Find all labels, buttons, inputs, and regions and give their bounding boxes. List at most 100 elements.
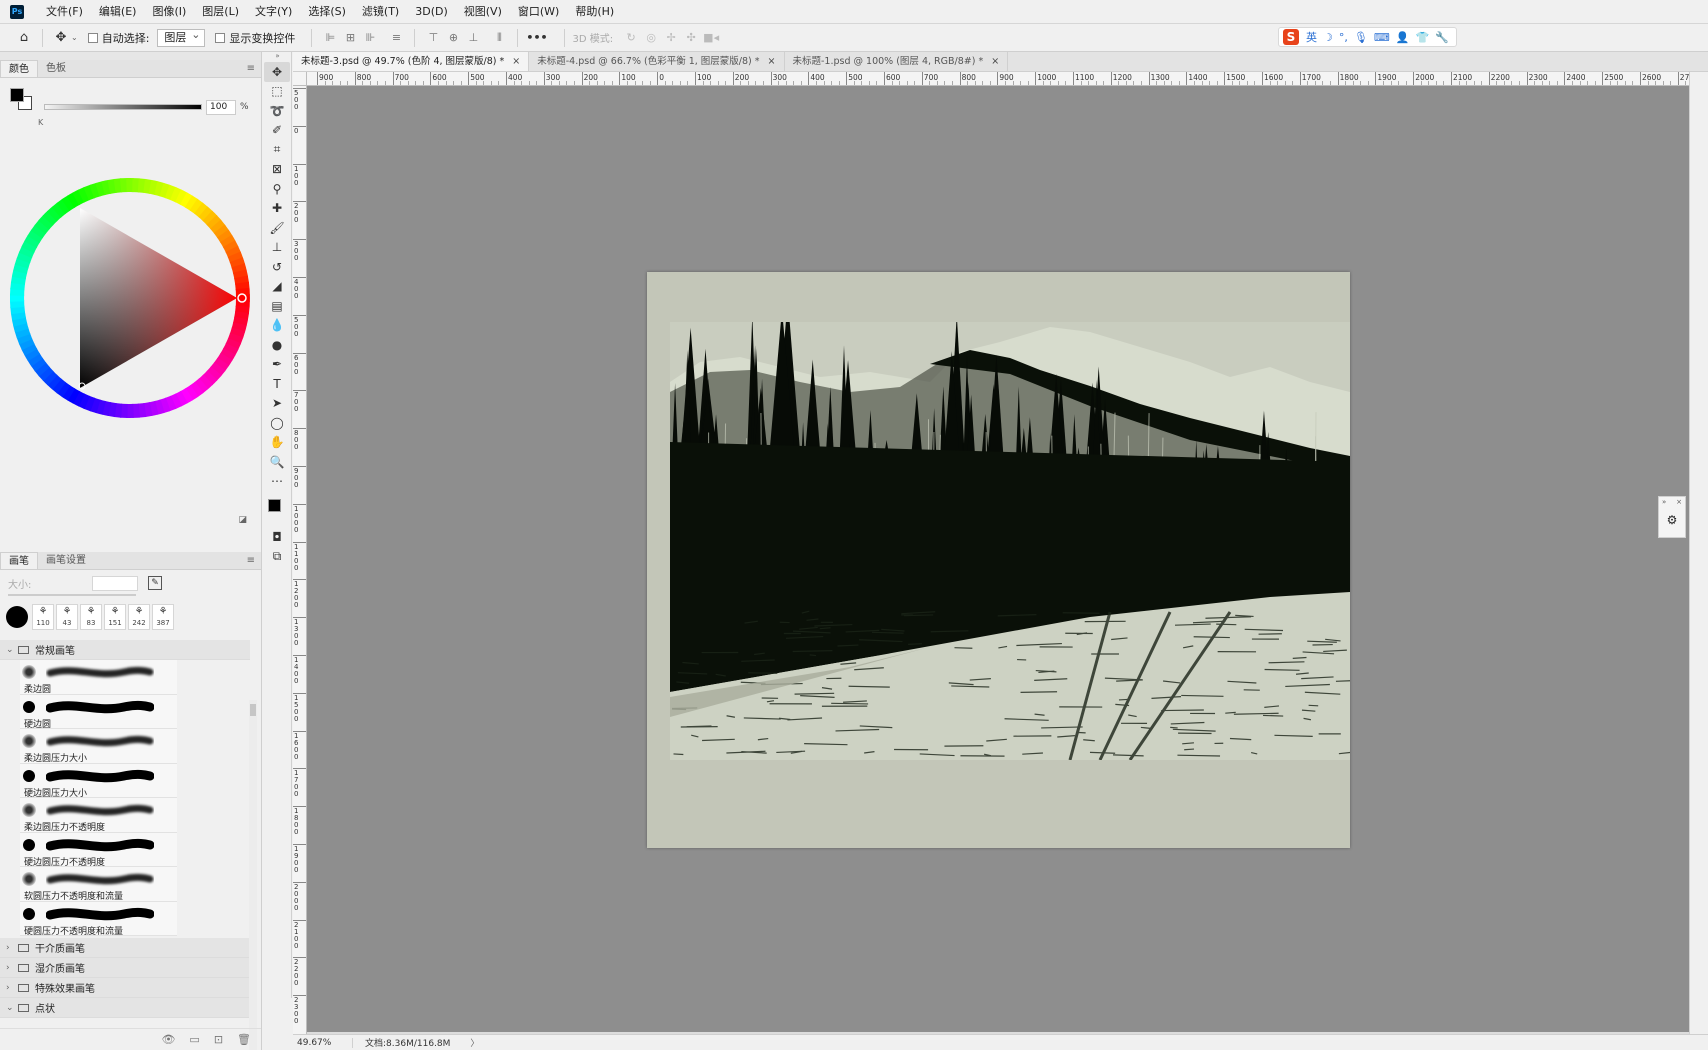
tab-brushes[interactable]: 画笔 xyxy=(0,552,38,569)
brush-preset[interactable]: ⚘ 151 xyxy=(104,604,126,630)
edit-brush-icon[interactable]: ✎ xyxy=(148,576,162,590)
menu-item[interactable]: 图像(I) xyxy=(144,1,194,23)
clone-stamp-tool-icon[interactable]: ⊥ xyxy=(264,238,290,258)
3d-pan-icon[interactable]: ✢ xyxy=(663,30,679,46)
chevron-down-icon[interactable]: ⌄ xyxy=(71,33,78,42)
brush-preset[interactable]: ⚘ 43 xyxy=(56,604,78,630)
brush-group-wet[interactable]: › 湿介质画笔 xyxy=(0,958,250,978)
horizontal-ruler[interactable]: 900 800 700 600 500 400 300 200 100 0 100 200 300 400… xyxy=(307,72,1689,86)
chevron-right-icon[interactable]: › xyxy=(6,983,16,993)
close-tab-icon[interactable]: × xyxy=(768,56,776,67)
brush-preset[interactable]: ⚘ 387 xyxy=(152,604,174,630)
ime-punct-icon[interactable]: °, xyxy=(1339,31,1348,44)
3d-roll-icon[interactable]: ◎ xyxy=(643,30,659,46)
move-tool-icon[interactable]: ✥ xyxy=(264,62,290,82)
k-value-input[interactable]: 100 xyxy=(206,100,236,115)
brush-group-special[interactable]: › 特殊效果画笔 xyxy=(0,978,250,998)
marquee-tool-icon[interactable]: ⬚ xyxy=(264,82,290,102)
brush-list-item[interactable]: 柔边圆压力不透明度 xyxy=(20,798,177,833)
brush-list-item[interactable]: 硬边圆 xyxy=(20,694,177,730)
foreground-color-swatch[interactable] xyxy=(10,88,24,102)
3d-orbit-icon[interactable]: ↻ xyxy=(623,30,639,46)
brush-preset[interactable]: ⚘ 242 xyxy=(128,604,150,630)
history-brush-tool-icon[interactable]: ↺ xyxy=(264,257,290,277)
brush-list-item[interactable]: 硬边圆压力大小 xyxy=(20,763,177,799)
menu-item[interactable]: 视图(V) xyxy=(456,1,510,23)
tab-swatches[interactable]: 色板 xyxy=(38,60,74,77)
menu-item[interactable]: 选择(S) xyxy=(300,1,354,23)
scroll-thumb[interactable] xyxy=(250,704,256,716)
document-tab[interactable]: 未标题-3.psd @ 49.7% (色阶 4, 图层蒙版/8) * × xyxy=(293,52,530,71)
show-transform-checkbox[interactable] xyxy=(215,32,226,43)
menu-item[interactable]: 文件(F) xyxy=(38,1,91,23)
auto-select-dropdown[interactable]: 图层 xyxy=(157,27,206,47)
brush-list-item[interactable]: 软圆压力不透明度和流量 xyxy=(20,867,177,902)
auto-select-checkbox[interactable] xyxy=(87,32,98,43)
3d-slide-icon[interactable]: ✣ xyxy=(683,30,699,46)
sogou-logo-icon[interactable]: S xyxy=(1283,29,1299,45)
crop-tool-icon[interactable]: ⌗ xyxy=(264,140,290,160)
brush-preset[interactable]: ⚘ 110 xyxy=(32,604,54,630)
saturation-triangle[interactable] xyxy=(80,208,237,388)
close-tab-icon[interactable]: × xyxy=(991,56,999,67)
vertical-scrollbar[interactable] xyxy=(1689,72,1708,1034)
chevron-down-icon[interactable]: ⌄ xyxy=(6,1003,16,1013)
align-right-icon[interactable]: ⊪ xyxy=(362,30,378,46)
chevron-right-icon[interactable]: › xyxy=(6,963,16,973)
document-tab[interactable]: 未标题-1.psd @ 100% (图层 4, RGB/8#) * × xyxy=(785,52,1009,71)
panel-collapse-strip[interactable] xyxy=(0,52,261,60)
lasso-tool-icon[interactable]: ➰ xyxy=(264,101,290,121)
align-top-icon[interactable]: ⊤ xyxy=(425,30,441,46)
brush-list-item[interactable]: 硬边圆压力不透明度 xyxy=(20,832,177,868)
trash-icon[interactable]: 🗑 xyxy=(237,1033,251,1046)
distribute-v-icon[interactable]: ⫴ xyxy=(491,30,507,46)
vertical-ruler[interactable]: 500 0 100 200 300 400 500 600 700 800 900 1000 1100 1… xyxy=(293,86,307,1034)
align-bottom-icon[interactable]: ⊥ xyxy=(465,30,481,46)
pen-tool-icon[interactable]: ✒ xyxy=(264,355,290,375)
brush-group-dry[interactable]: › 干介质画笔 xyxy=(0,938,250,958)
status-menu-icon[interactable]: 〉 xyxy=(470,1036,479,1049)
align-left-icon[interactable]: ⊫ xyxy=(322,30,338,46)
align-vcenter-icon[interactable]: ⊕ xyxy=(445,30,461,46)
menu-item[interactable]: 3D(D) xyxy=(407,1,456,23)
toolbar-color-swatches[interactable] xyxy=(264,495,291,527)
ime-keyboard-icon[interactable]: ⌨ xyxy=(1374,31,1390,44)
document-canvas[interactable] xyxy=(647,272,1350,848)
gradient-tool-icon[interactable]: ▤ xyxy=(264,296,290,316)
chevron-right-icon[interactable]: › xyxy=(6,943,16,953)
edit-toolbar-icon[interactable]: ⋯ xyxy=(264,472,290,492)
round-brush-preset[interactable] xyxy=(6,606,28,628)
more-options-icon[interactable]: ••• xyxy=(526,31,547,44)
3d-camera-icon[interactable]: ■◂ xyxy=(703,30,719,46)
align-hcenter-icon[interactable]: ⊞ xyxy=(342,30,358,46)
home-icon[interactable]: ⌂ xyxy=(14,28,34,48)
ime-user-icon[interactable]: 👤 xyxy=(1396,31,1410,44)
panel-menu-icon[interactable]: ≡ xyxy=(247,63,255,74)
menu-item[interactable]: 编辑(E) xyxy=(91,1,145,23)
menu-item[interactable]: 图层(L) xyxy=(194,1,247,23)
blur-tool-icon[interactable]: 💧 xyxy=(264,316,290,336)
brush-list-item[interactable]: 柔边圆压力大小 xyxy=(20,729,177,764)
quick-mask-icon[interactable]: ◘ xyxy=(264,527,290,547)
eraser-tool-icon[interactable]: ◢ xyxy=(264,277,290,297)
k-slider[interactable] xyxy=(44,104,202,110)
ime-settings-icon[interactable]: 🔧 xyxy=(1435,31,1449,44)
menu-item[interactable]: 滤镜(T) xyxy=(354,1,407,23)
new-group-icon[interactable]: ▭ xyxy=(189,1033,199,1046)
ruler-origin[interactable] xyxy=(293,72,307,86)
brush-list-item[interactable]: 柔边圆 xyxy=(20,660,177,695)
dodge-tool-icon[interactable]: ● xyxy=(264,335,290,355)
resize-grip-icon[interactable]: ◪ xyxy=(238,515,247,525)
move-tool-icon[interactable]: ✥ xyxy=(51,28,71,48)
ime-skin-icon[interactable]: 👕 xyxy=(1415,31,1429,44)
foreground-color-swatch[interactable] xyxy=(268,499,281,512)
healing-brush-tool-icon[interactable]: ✚ xyxy=(264,199,290,219)
ellipse-tool-icon[interactable]: ◯ xyxy=(264,413,290,433)
properties-panel-icon[interactable]: ⚙ xyxy=(1659,513,1685,527)
brush-preset[interactable]: ⚘ 83 xyxy=(80,604,102,630)
close-icon[interactable]: × xyxy=(1676,497,1682,507)
new-brush-icon[interactable]: ⊡ xyxy=(214,1033,223,1046)
close-tab-icon[interactable]: × xyxy=(512,56,520,67)
brush-size-slider[interactable] xyxy=(8,594,136,596)
menu-item[interactable]: 文字(Y) xyxy=(247,1,300,23)
